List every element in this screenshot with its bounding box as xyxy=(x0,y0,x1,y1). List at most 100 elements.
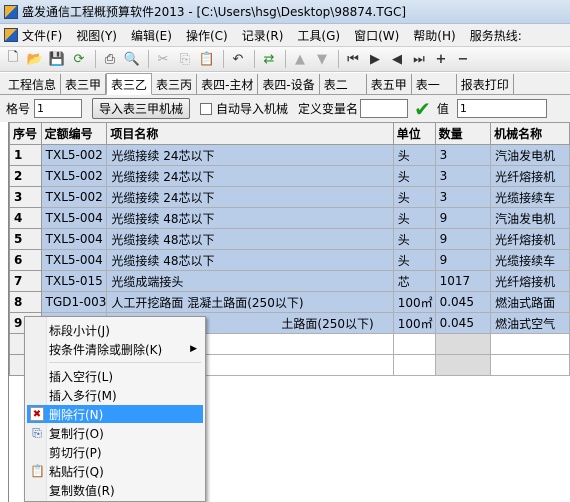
header-machine-name[interactable]: 机械名称 xyxy=(490,122,570,145)
row-number[interactable]: 5 xyxy=(9,228,42,250)
row-number[interactable]: 8 xyxy=(9,291,42,313)
cell-quantity[interactable]: 0.045 xyxy=(434,312,492,334)
menu-file[interactable]: 文件(F) xyxy=(4,27,62,44)
cell-unit[interactable]: 头 xyxy=(392,249,436,271)
paste-icon[interactable]: 📋 xyxy=(197,49,217,69)
menu-item-copy-row[interactable]: ⎘ 复制行(O) xyxy=(27,424,203,442)
cell-unit[interactable]: 100㎡ xyxy=(392,312,436,334)
cell-item-name[interactable]: 光缆成端接头 xyxy=(106,270,394,292)
delete-record-icon[interactable]: − xyxy=(453,49,473,69)
cell-code[interactable]: TXL5-002 xyxy=(40,165,108,187)
print-preview-icon[interactable]: 🔍 xyxy=(122,49,142,69)
menu-item-delete-row[interactable]: ✖ 删除行(N) xyxy=(27,405,203,423)
table-row[interactable]: 6 TXL5-004 光缆接续 48芯以下 头 9 光缆接续车 xyxy=(9,249,570,271)
cell-machine-name[interactable]: 汽油发电机 xyxy=(490,144,570,166)
define-var-input[interactable] xyxy=(360,99,409,118)
copy-icon[interactable]: ⎘ xyxy=(175,49,195,69)
header-quantity[interactable]: 数量 xyxy=(434,122,492,145)
cell-item-name[interactable]: 光缆接续 48芯以下 xyxy=(106,228,394,250)
row-number[interactable]: 7 xyxy=(9,270,42,292)
table-row[interactable]: 1 TXL5-002 光缆接续 24芯以下 头 3 汽油发电机 xyxy=(9,144,570,166)
header-code[interactable]: 定额编号 xyxy=(40,122,108,145)
cut-icon[interactable]: ✂ xyxy=(153,49,173,69)
print-icon[interactable]: ⎙ xyxy=(100,49,120,69)
cell-item-name[interactable]: 人工开挖路面 混凝土路面(250以下) xyxy=(106,291,394,313)
empty-cell[interactable] xyxy=(490,333,570,355)
add-record-icon[interactable]: + xyxy=(431,49,451,69)
cell-quantity[interactable]: 0.045 xyxy=(434,291,492,313)
undo-icon[interactable]: ↶ xyxy=(228,49,248,69)
cell-item-name[interactable]: 光缆接续 48芯以下 xyxy=(106,249,394,271)
menu-item-copy-values[interactable]: 复制数值(R) xyxy=(27,481,203,499)
tab-table4-materials[interactable]: 表四-主材 xyxy=(197,74,259,94)
header-seq[interactable]: 序号 xyxy=(9,122,42,145)
table-row[interactable]: 5 TXL5-004 光缆接续 48芯以下 头 9 光纤熔接机 xyxy=(9,228,570,250)
menu-operation[interactable]: 操作(C) xyxy=(186,27,228,44)
table-row[interactable]: 7 TXL5-015 光缆成端接头 芯 1017 光纤熔接机 xyxy=(9,270,570,292)
cell-machine-name[interactable]: 光缆接续车 xyxy=(490,249,570,271)
cell-quantity[interactable]: 9 xyxy=(434,207,492,229)
next-record-icon[interactable]: ▶ xyxy=(365,49,385,69)
tab-table2[interactable]: 表二 xyxy=(320,74,367,94)
cell-code[interactable]: TXL5-004 xyxy=(40,228,108,250)
cell-unit[interactable]: 头 xyxy=(392,165,436,187)
table-row[interactable]: 8 TGD1-003 人工开挖路面 混凝土路面(250以下) 100㎡ 0.04… xyxy=(9,291,570,313)
cell-machine-name[interactable]: 燃油式路面 xyxy=(490,291,570,313)
new-file-icon[interactable]: 🗋 xyxy=(3,49,23,69)
tab-project-info[interactable]: 工程信息 xyxy=(4,74,62,94)
value-input[interactable]: 1 xyxy=(456,99,547,118)
empty-cell[interactable] xyxy=(392,333,436,355)
row-number[interactable]: 1 xyxy=(9,144,42,166)
menu-item-insert-multiple-rows[interactable]: 插入多行(M) xyxy=(27,386,203,404)
cell-code[interactable]: TXL5-002 xyxy=(40,186,108,208)
cell-machine-name[interactable]: 光纤熔接机 xyxy=(490,165,570,187)
table-row[interactable]: 3 TXL5-002 光缆接续 24芯以下 头 3 光缆接续车 xyxy=(9,186,570,208)
table-row[interactable]: 2 TXL5-002 光缆接续 24芯以下 头 3 光纤熔接机 xyxy=(9,165,570,187)
cell-item-name[interactable]: 光缆接续 24芯以下 xyxy=(106,144,394,166)
cell-quantity[interactable]: 3 xyxy=(434,144,492,166)
menu-edit[interactable]: 编辑(E) xyxy=(131,27,172,44)
menu-item-cut-row[interactable]: 剪切行(P) xyxy=(27,443,203,461)
menu-item-insert-row[interactable]: 插入空行(L) xyxy=(27,367,203,385)
menu-item-paste-row[interactable]: 📋 粘贴行(Q) xyxy=(27,462,203,480)
last-record-icon[interactable]: ⏭ xyxy=(409,49,429,69)
empty-cell[interactable] xyxy=(434,333,492,355)
auto-import-checkbox[interactable] xyxy=(200,102,213,115)
empty-cell[interactable] xyxy=(434,354,492,376)
cell-unit[interactable]: 头 xyxy=(392,228,436,250)
cell-machine-name[interactable]: 燃油式空气 xyxy=(490,312,570,334)
table-row[interactable]: 4 TXL5-004 光缆接续 48芯以下 头 9 汽油发电机 xyxy=(9,207,570,229)
menu-tools[interactable]: 工具(G) xyxy=(297,27,340,44)
cell-quantity[interactable]: 3 xyxy=(434,186,492,208)
cell-code[interactable]: TGD1-003 xyxy=(40,291,108,313)
tab-table3c[interactable]: 表三丙 xyxy=(152,74,198,94)
cell-quantity[interactable]: 1017 xyxy=(434,270,492,292)
tab-table4-equipment[interactable]: 表四-设备 xyxy=(258,74,320,94)
cell-item-name[interactable]: 光缆接续 24芯以下 xyxy=(106,165,394,187)
empty-cell[interactable] xyxy=(392,354,436,376)
confirm-check-icon[interactable]: ✔ xyxy=(414,97,431,121)
tab-table1[interactable]: 表一 xyxy=(412,74,457,94)
cell-unit[interactable]: 头 xyxy=(392,186,436,208)
move-down-icon[interactable]: ▼ xyxy=(312,49,332,69)
first-record-icon[interactable]: ⏮ xyxy=(343,49,363,69)
menu-record[interactable]: 记录(R) xyxy=(242,27,284,44)
menu-view[interactable]: 视图(Y) xyxy=(76,27,117,44)
tab-table3a[interactable]: 表三甲 xyxy=(61,74,107,94)
menu-item-conditional-clear[interactable]: 按条件清除或删除(K) ▶ xyxy=(27,340,203,358)
cell-item-name[interactable]: 光缆接续 24芯以下 xyxy=(106,186,394,208)
previous-record-icon[interactable]: ◀ xyxy=(387,49,407,69)
cell-unit[interactable]: 100㎡ xyxy=(392,291,436,313)
recalculate-icon[interactable]: ⇄ xyxy=(259,49,279,69)
cell-quantity[interactable]: 9 xyxy=(434,249,492,271)
cell-machine-name[interactable]: 汽油发电机 xyxy=(490,207,570,229)
format-input[interactable]: 1 xyxy=(34,99,83,118)
cell-item-name[interactable]: 光缆接续 48芯以下 xyxy=(106,207,394,229)
cell-machine-name[interactable]: 光缆接续车 xyxy=(490,186,570,208)
open-folder-icon[interactable]: 📂 xyxy=(25,49,45,69)
tab-table5a[interactable]: 表五甲 xyxy=(367,74,412,94)
cell-unit[interactable]: 芯 xyxy=(392,270,436,292)
cell-unit[interactable]: 头 xyxy=(392,144,436,166)
cell-code[interactable]: TXL5-015 xyxy=(40,270,108,292)
header-item-name[interactable]: 项目名称 xyxy=(106,122,394,145)
